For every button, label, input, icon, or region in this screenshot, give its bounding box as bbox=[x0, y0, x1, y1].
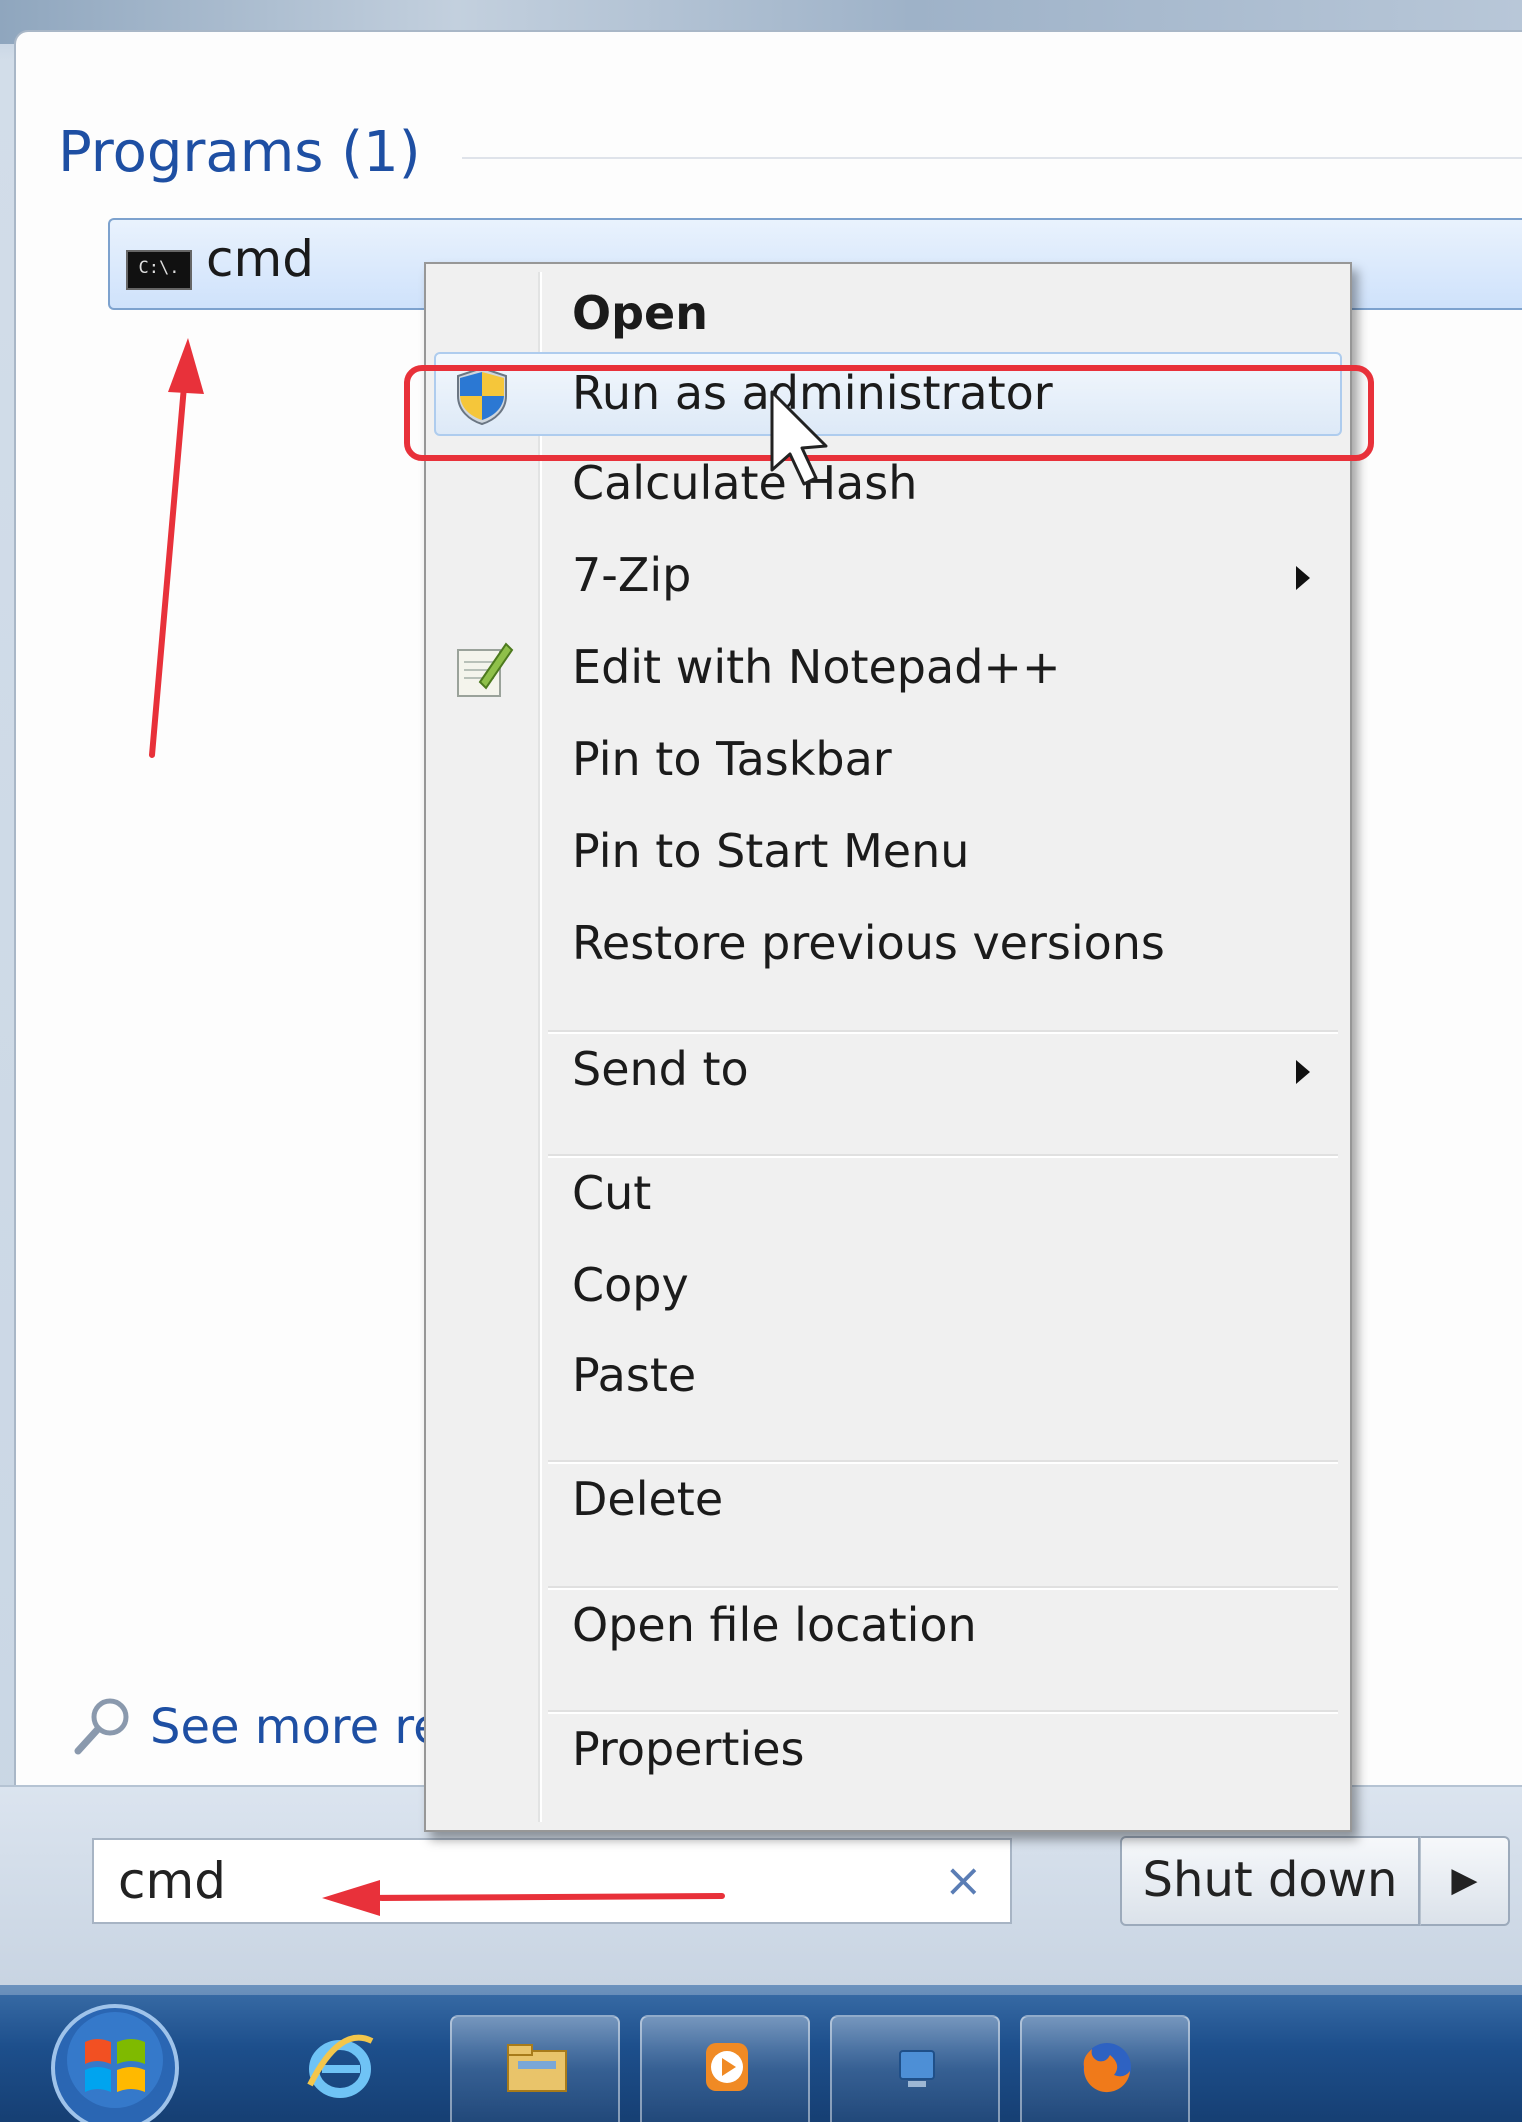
annotation-layer bbox=[149, 338, 828, 1916]
arrow-to-search-box bbox=[322, 1880, 725, 1916]
mouse-cursor-icon bbox=[770, 390, 828, 486]
arrow-to-cmd-result bbox=[149, 338, 204, 758]
